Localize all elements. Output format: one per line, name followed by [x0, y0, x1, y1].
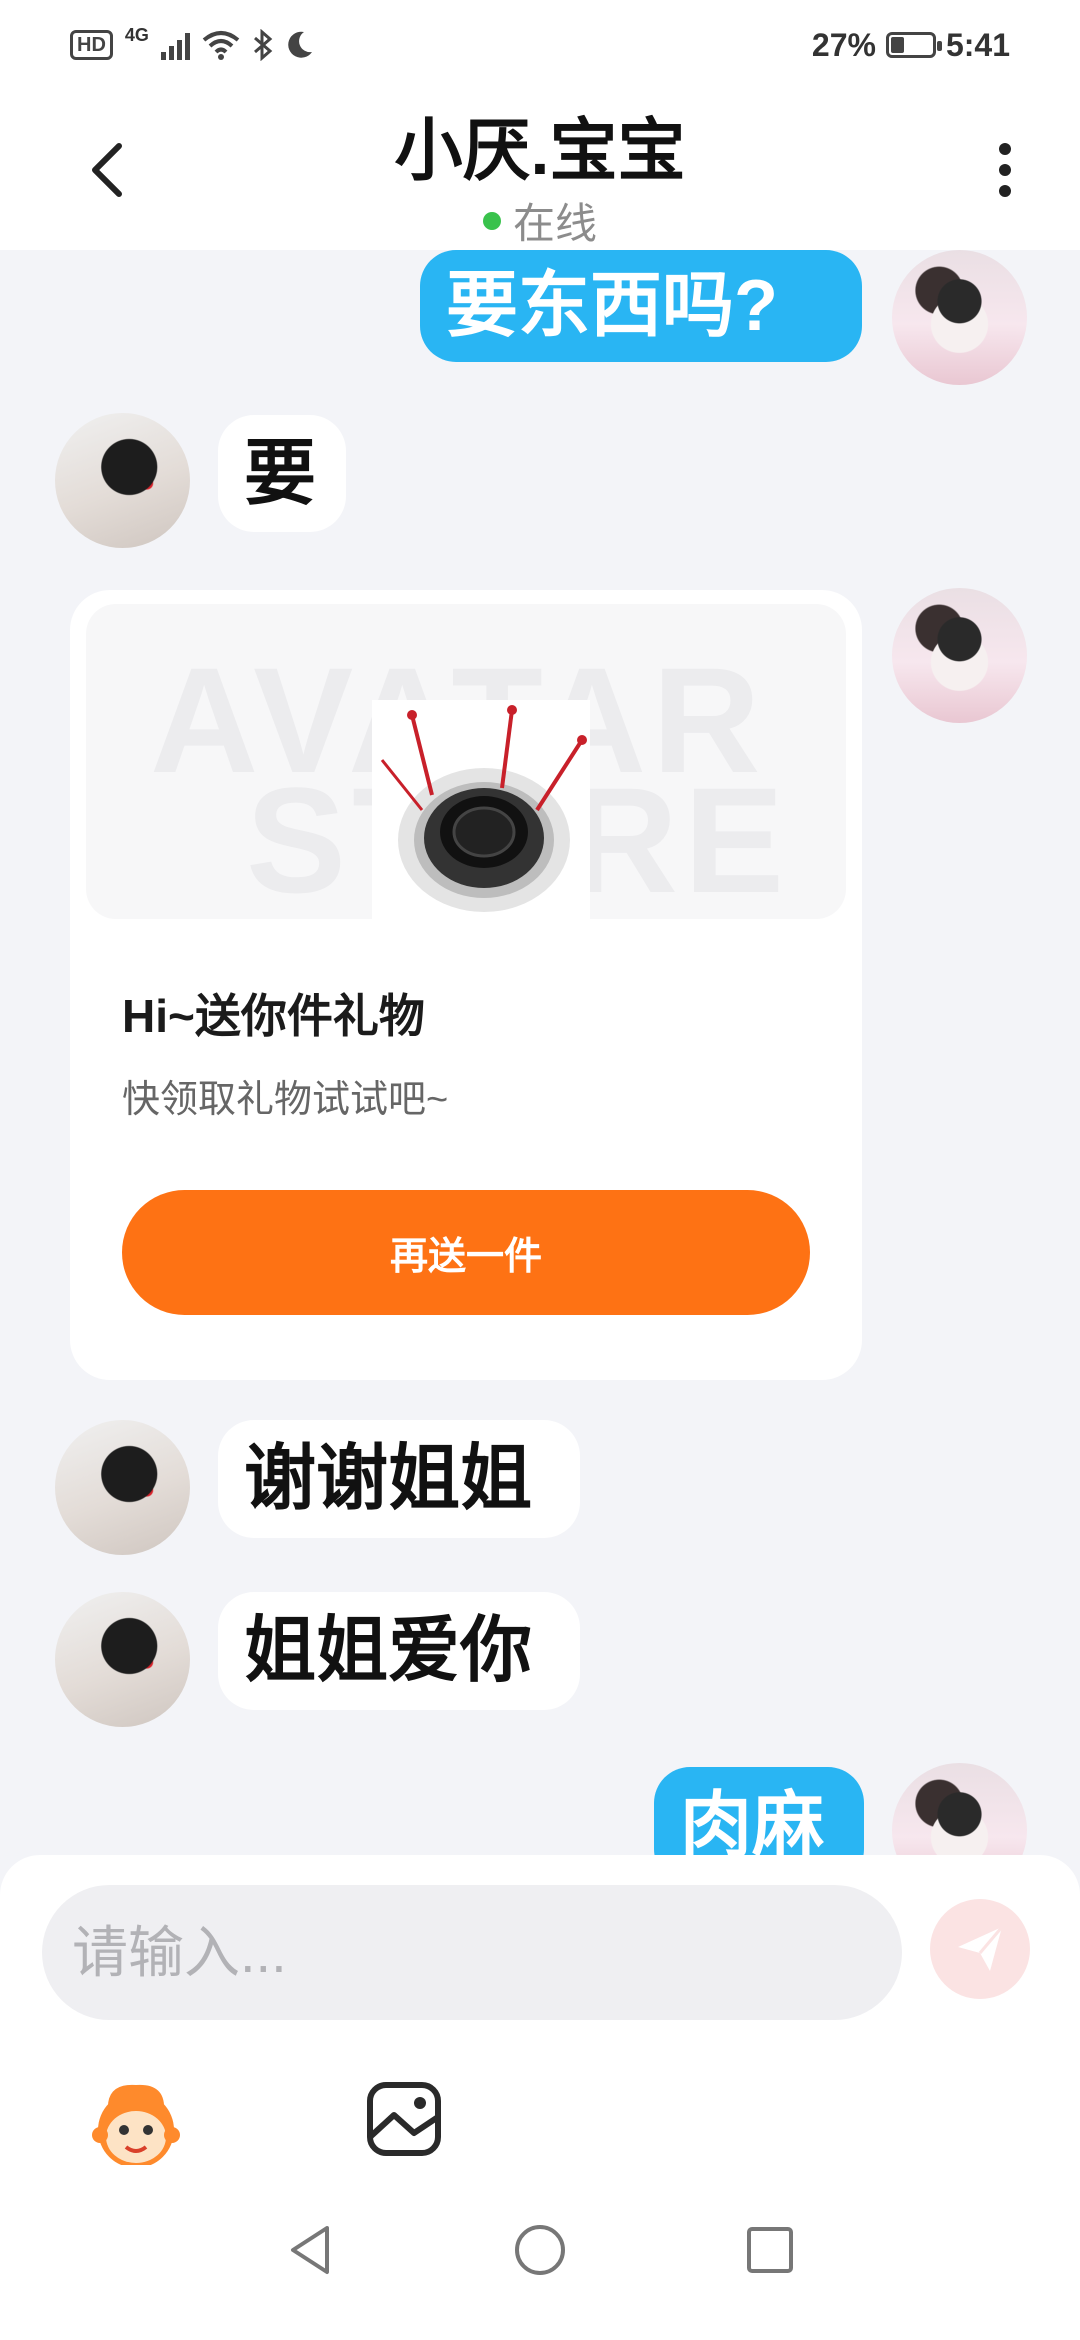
- gift-image-area: AVATAR STORE: [86, 604, 846, 919]
- send-another-gift-button[interactable]: 再送一件: [122, 1190, 810, 1315]
- nav-recents-button[interactable]: [740, 2220, 800, 2280]
- image-button[interactable]: [364, 2079, 444, 2159]
- wifi-icon: [202, 31, 240, 60]
- recents-square-icon: [747, 2227, 793, 2273]
- contact-name: 小厌.宝宝: [394, 113, 686, 189]
- gift-item-image: [372, 700, 590, 919]
- emoji-sticker-icon: [92, 2084, 180, 2168]
- message-bubble-received[interactable]: 要: [218, 415, 346, 532]
- gift-title: Hi~送你件礼物: [122, 990, 425, 1042]
- contact-avatar[interactable]: [55, 413, 190, 548]
- gift-subtitle: 快领取礼物试试吧~: [122, 1079, 449, 1121]
- back-triangle-icon: [291, 2226, 329, 2274]
- composer: [0, 1855, 1080, 2168]
- message-bubble-sent[interactable]: 要东西吗?: [420, 250, 862, 362]
- message-text: 姐姐爱你: [244, 1611, 533, 1691]
- send-button[interactable]: [930, 1899, 1030, 1999]
- status-bar: HD 4G 27% 5:41: [0, 0, 1080, 90]
- nav-home-button[interactable]: [510, 2220, 570, 2280]
- battery-percent: 27%: [811, 26, 876, 63]
- online-status-label: 在线: [512, 200, 597, 247]
- image-icon: [367, 2082, 441, 2156]
- my-avatar[interactable]: [892, 588, 1027, 723]
- hd-badge: HD: [70, 30, 113, 60]
- send-icon: [958, 1926, 1004, 1971]
- my-avatar[interactable]: [892, 1763, 1027, 1855]
- more-dots-icon: [999, 143, 1011, 155]
- chat-header: 小厌.宝宝 在线: [0, 90, 1080, 250]
- my-avatar[interactable]: [892, 250, 1027, 385]
- system-nav-bar: [0, 2165, 1080, 2340]
- status-left: HD 4G: [70, 25, 314, 61]
- nav-back-button[interactable]: [280, 2220, 340, 2280]
- emoji-sticker-button[interactable]: [86, 2075, 186, 2175]
- contact-avatar[interactable]: [55, 1420, 190, 1555]
- contact-avatar[interactable]: [55, 1592, 190, 1727]
- more-options-button[interactable]: [970, 130, 1040, 210]
- gift-card[interactable]: AVATAR STORE Hi~送你件礼物 快领取礼物试试吧~ 再送一件: [70, 590, 862, 1380]
- online-dot-icon: [482, 211, 501, 230]
- signal-icon: [160, 30, 190, 60]
- home-circle-icon: [515, 2225, 565, 2275]
- message-bubble-received[interactable]: 谢谢姐姐: [218, 1420, 580, 1538]
- message-text: 肉麻: [680, 1786, 825, 1855]
- status-right: 27% 5:41: [812, 27, 1010, 64]
- clock: 5:41: [945, 26, 1010, 63]
- bluetooth-icon: [253, 29, 273, 61]
- moon-icon: [288, 31, 312, 58]
- message-text: 谢谢姐姐: [244, 1439, 533, 1519]
- battery-icon: [885, 32, 942, 58]
- message-list[interactable]: 要东西吗? 要 AVATAR STORE: [0, 250, 1080, 1855]
- message-text: 要: [244, 433, 317, 514]
- network-type: 4G: [124, 24, 149, 45]
- message-input[interactable]: [42, 1885, 902, 2020]
- message-bubble-received[interactable]: 姐姐爱你: [218, 1592, 580, 1710]
- message-bubble-sent[interactable]: 肉麻: [654, 1767, 864, 1855]
- message-text: 要东西吗?: [446, 266, 778, 346]
- online-status: 在线: [0, 190, 1080, 251]
